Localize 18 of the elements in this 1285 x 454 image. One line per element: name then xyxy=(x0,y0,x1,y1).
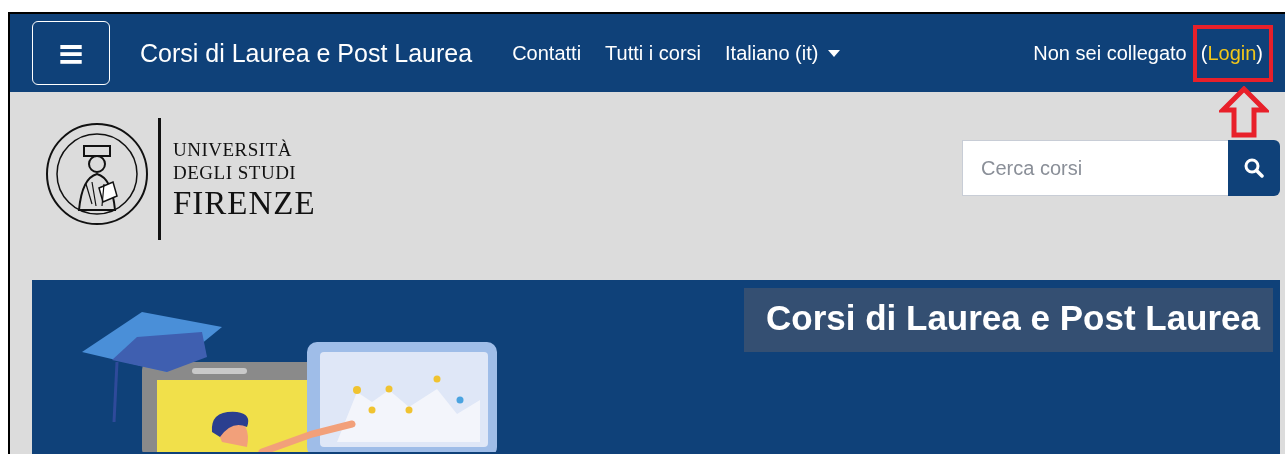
parenthesis: ) xyxy=(1256,41,1263,65)
language-dropdown[interactable]: Italiano (it) xyxy=(725,41,841,65)
login-link[interactable]: Login xyxy=(1207,41,1257,65)
search-field[interactable]: Cerca corsi xyxy=(962,140,1228,196)
caret-icon xyxy=(828,49,841,57)
search-icon xyxy=(1244,158,1264,178)
parenthesis: ( xyxy=(1200,41,1208,65)
university-name: DEGLI STUDI xyxy=(173,161,298,184)
nav-link[interactable]: Contatti xyxy=(512,41,582,65)
banner-title: Corsi di Laurea e Post Laurea xyxy=(744,288,1273,352)
university-name: UNIVERSITÀ xyxy=(173,138,293,161)
up-arrow-icon xyxy=(1218,85,1269,138)
nav-link[interactable]: Tutti i corsi xyxy=(605,41,702,65)
search-button[interactable] xyxy=(1228,140,1280,196)
menu-button[interactable]: ≡ xyxy=(32,21,110,85)
site-title[interactable]: Corsi di Laurea e Post Laurea xyxy=(140,38,473,68)
university-name: FIRENZE xyxy=(173,184,316,222)
login-status-text: Non sei collegato xyxy=(1033,41,1187,65)
